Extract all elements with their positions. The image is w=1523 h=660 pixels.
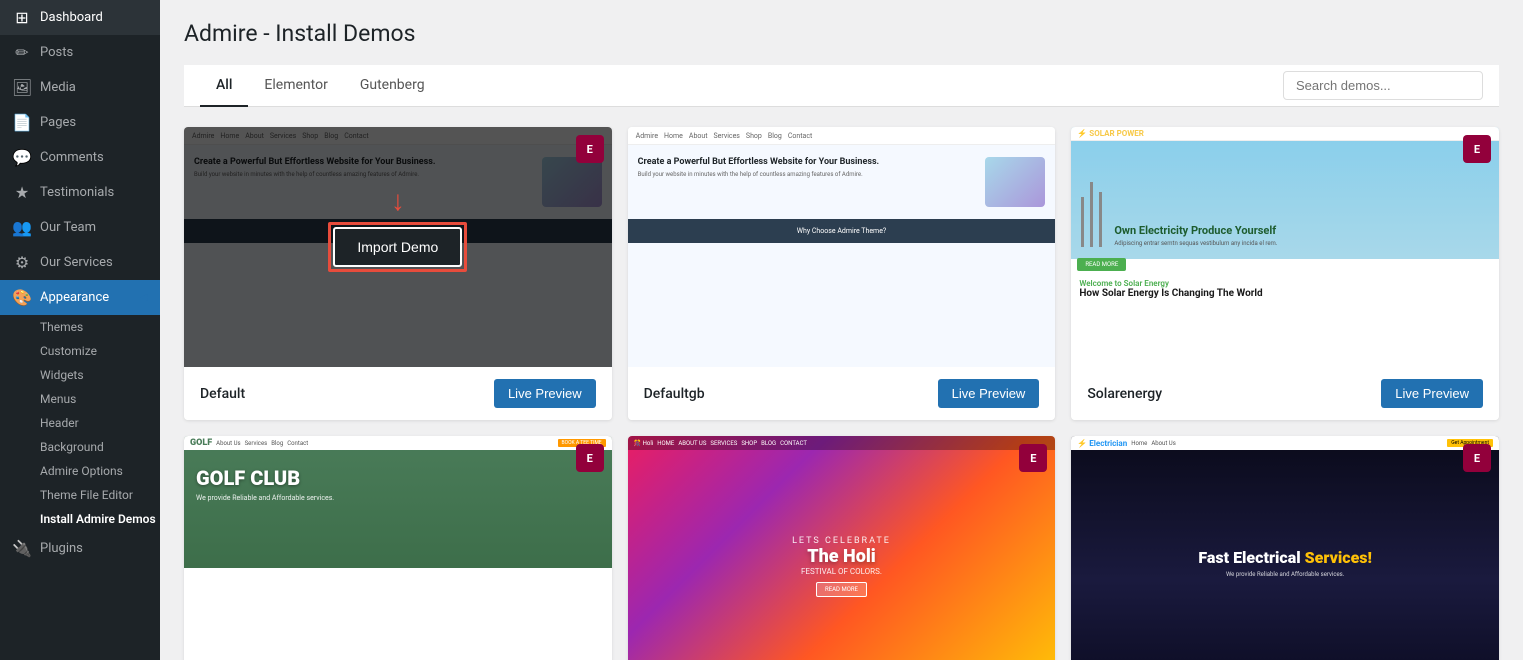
content-area: Admire - Install Demos All Elementor Gut…	[160, 0, 1523, 660]
sidebar-item-media[interactable]: 🖼 Media	[0, 70, 160, 105]
demo-name-solar: Solarenergy	[1087, 386, 1162, 402]
elementor-badge-golf: E	[576, 444, 604, 472]
demo-footer-defaultgb: Defaultgb Live Preview	[628, 367, 1056, 420]
import-demo-button[interactable]: Import Demo	[333, 227, 462, 267]
elementor-badge-solar: E	[1463, 135, 1491, 163]
demo-card-solar[interactable]: ⚡ SOLAR POWER Own Electricity Produce Yo…	[1071, 127, 1499, 420]
sidebar-item-plugins[interactable]: 🔌 Plugins	[0, 531, 160, 566]
sidebar-item-pages[interactable]: 📄 Pages	[0, 105, 160, 140]
live-preview-button-default[interactable]: Live Preview	[494, 379, 596, 408]
demo-name-defaultgb: Defaultgb	[644, 386, 705, 402]
comments-icon: 💬	[12, 148, 32, 167]
tab-elementor[interactable]: Elementor	[248, 65, 343, 107]
our-team-icon: 👥	[12, 218, 32, 237]
pages-icon: 📄	[12, 113, 32, 132]
demo-thumbnail-solar: ⚡ SOLAR POWER Own Electricity Produce Yo…	[1071, 127, 1499, 367]
media-icon: 🖼	[12, 78, 32, 97]
demo-card-default[interactable]: Admire HomeAboutServicesShopBlogContact …	[184, 127, 612, 420]
demo-thumbnail-golf: GOLF About Us Services Blog Contact BOOK…	[184, 436, 612, 660]
sidebar-item-menus[interactable]: Menus	[32, 387, 160, 411]
dashboard-icon: ⊞	[12, 8, 32, 27]
sidebar-item-appearance[interactable]: 🎨 Appearance ◀	[0, 280, 160, 315]
page-title: Admire - Install Demos	[184, 20, 1499, 47]
demo-thumbnail-defaultgb: Admire HomeAboutServicesShopBlogContact …	[628, 127, 1056, 367]
tab-all[interactable]: All	[200, 65, 248, 107]
sidebar-item-themes[interactable]: Themes	[32, 315, 160, 339]
live-preview-button-solar[interactable]: Live Preview	[1381, 379, 1483, 408]
plugins-icon: 🔌	[12, 539, 32, 558]
demo-card-golf[interactable]: GOLF About Us Services Blog Contact BOOK…	[184, 436, 612, 660]
demo-footer-default: Default Live Preview	[184, 367, 612, 420]
highlight-border: Import Demo	[328, 222, 467, 272]
testimonials-icon: ★	[12, 183, 32, 202]
import-demo-button-holi[interactable]: Import Demo	[777, 536, 906, 576]
demo-thumbnail-default: Admire HomeAboutServicesShopBlogContact …	[184, 127, 612, 367]
appearance-icon: 🎨	[12, 288, 32, 307]
sidebar-item-header[interactable]: Header	[32, 411, 160, 435]
sidebar-item-install-admire-demos[interactable]: Install Admire Demos	[32, 507, 160, 531]
demo-card-holi[interactable]: 🎊 Holi HOMEABOUT USSERVICESSHOPBLOGCONTA…	[628, 436, 1056, 660]
posts-icon: ✏	[12, 43, 32, 62]
import-demo-wrapper: ↓ Import Demo	[328, 222, 467, 272]
tab-gutenberg[interactable]: Gutenberg	[344, 65, 441, 107]
demo-footer-solar: Solarenergy Live Preview	[1071, 367, 1499, 420]
tabs-bar: All Elementor Gutenberg	[184, 65, 1499, 107]
demo-name-default: Default	[200, 386, 245, 402]
main-content: Admire - Install Demos All Elementor Gut…	[160, 0, 1523, 660]
demo-thumbnail-electrician: ⚡ Electrician Home About Us Get Appointm…	[1071, 436, 1499, 660]
demos-grid: Admire HomeAboutServicesShopBlogContact …	[184, 127, 1499, 660]
import-demo-button-electrician[interactable]: Import Demo	[1221, 536, 1350, 576]
appearance-expand-icon: ◀	[140, 292, 148, 303]
sidebar: ⊞ Dashboard ✏ Posts 🖼 Media 📄 Pages 💬 Co…	[0, 0, 160, 660]
import-demo-overlay: ↓ Import Demo	[184, 127, 612, 367]
live-preview-button-defaultgb[interactable]: Live Preview	[938, 379, 1040, 408]
sidebar-item-customize[interactable]: Customize	[32, 339, 160, 363]
demo-card-electrician[interactable]: ⚡ Electrician Home About Us Get Appointm…	[1071, 436, 1499, 660]
elementor-badge-default: E	[576, 135, 604, 163]
search-input[interactable]	[1283, 71, 1483, 100]
sidebar-item-dashboard[interactable]: ⊞ Dashboard	[0, 0, 160, 35]
sidebar-item-widgets[interactable]: Widgets	[32, 363, 160, 387]
appearance-submenu: Themes Customize Widgets Menus Header Ba…	[0, 315, 160, 531]
demo-thumbnail-holi: 🎊 Holi HOMEABOUT USSERVICESSHOPBLOGCONTA…	[628, 436, 1056, 660]
sidebar-item-background[interactable]: Background	[32, 435, 160, 459]
sidebar-item-our-services[interactable]: ⚙ Our Services	[0, 245, 160, 280]
sidebar-item-comments[interactable]: 💬 Comments	[0, 140, 160, 175]
red-arrow-icon: ↓	[391, 184, 405, 217]
sidebar-item-theme-file-editor[interactable]: Theme File Editor	[32, 483, 160, 507]
sidebar-item-posts[interactable]: ✏ Posts	[0, 35, 160, 70]
import-demo-button-solar[interactable]: Import Demo	[1221, 227, 1350, 267]
sidebar-item-testimonials[interactable]: ★ Testimonials	[0, 175, 160, 210]
demo-card-defaultgb[interactable]: Admire HomeAboutServicesShopBlogContact …	[628, 127, 1056, 420]
sidebar-item-our-team[interactable]: 👥 Our Team	[0, 210, 160, 245]
our-services-icon: ⚙	[12, 253, 32, 272]
elementor-badge-holi: E	[1019, 444, 1047, 472]
import-demo-button-golf[interactable]: Import Demo	[333, 536, 462, 576]
sidebar-item-admire-options[interactable]: Admire Options	[32, 459, 160, 483]
elementor-badge-electrician: E	[1463, 444, 1491, 472]
import-demo-button-gb[interactable]: Import Demo	[777, 227, 906, 267]
